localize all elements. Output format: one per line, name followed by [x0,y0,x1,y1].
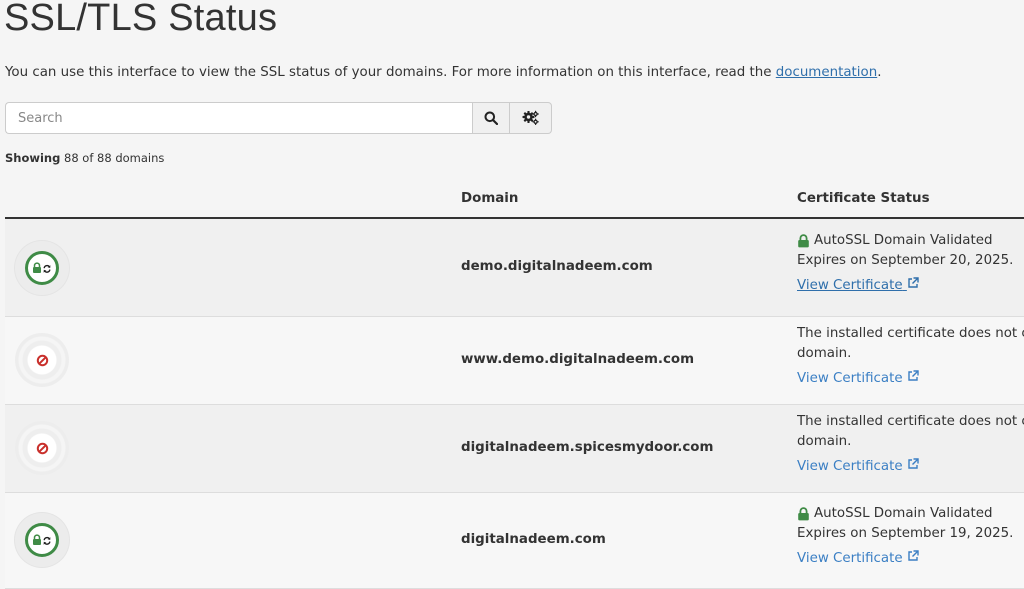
lock-sync-icon [33,534,51,545]
view-certificate-label: View Certificate [797,278,903,293]
intro-text: You can use this interface to view the S… [5,64,881,82]
external-link-icon [908,550,919,561]
lock-icon [798,507,809,521]
ban-icon [36,354,48,366]
ok-badge [25,523,59,557]
ban-icon [36,442,48,454]
certificate-status: AutoSSL Domain Validated Expires on Sept… [797,504,1024,569]
cert-line-2: Expires on September 19, 2025. [797,525,1014,541]
showing-label: Showing [5,151,61,165]
ssl-status-indicator[interactable] [15,513,69,567]
intro-end: . [877,65,882,80]
cert-line-1: AutoSSL Domain Validated [814,506,993,521]
cert-line-2: Expires on September 20, 2025. [797,252,1014,268]
cert-line-2: domain. [797,433,852,449]
search-button[interactable] [472,102,510,134]
lock-icon [798,234,809,248]
view-certificate-label: View Certificate [797,459,903,474]
domain-name: digitalnadeem.spicesmydoor.com [461,440,714,455]
view-certificate-link[interactable]: View Certificate [797,369,1024,389]
ssl-status-table: Domain Certificate Status demo.digitalna… [5,180,1024,589]
cert-validated-line: AutoSSL Domain Validated [797,504,1024,524]
external-link-icon [908,370,919,381]
domain-name: www.demo.digitalnadeem.com [461,352,695,367]
search-input[interactable] [5,102,472,134]
cert-validated-line: AutoSSL Domain Validated [797,231,1024,251]
table-row: demo.digitalnadeem.com AutoSSL Domain Va… [5,219,1024,317]
documentation-link[interactable]: documentation [776,65,877,80]
view-certificate-link[interactable]: View Certificate [797,276,1024,296]
gears-icon [522,110,539,125]
ssl-status-indicator[interactable] [15,241,69,295]
certificate-status-column-header[interactable]: Certificate Status [797,191,930,206]
domain-column-header[interactable]: Domain [461,191,518,206]
table-header: Domain Certificate Status [5,180,1024,219]
settings-button[interactable] [510,102,552,134]
lock-sync-icon [33,262,51,273]
cert-line-2: domain. [797,345,852,361]
table-row: digitalnadeem.spicesmydoor.com The insta… [5,405,1024,493]
cert-line-1: AutoSSL Domain Validated [814,233,993,248]
certificate-status: The installed certificate does not cov d… [797,412,1024,477]
certificate-status: AutoSSL Domain Validated Expires on Sept… [797,231,1024,296]
cert-line-1: The installed certificate does not cov [797,326,1024,341]
view-certificate-link[interactable]: View Certificate [797,457,1024,477]
table-row: www.demo.digitalnadeem.com The installed… [5,317,1024,405]
ssl-status-indicator[interactable] [15,333,69,387]
search-icon [484,111,498,125]
cert-line-1: The installed certificate does not cov [797,414,1024,429]
external-link-icon [908,277,919,288]
showing-count-text: 88 of 88 domains [64,151,165,165]
ok-badge [25,251,59,285]
showing-count: Showing 88 of 88 domains [5,151,164,165]
external-link-icon [908,458,919,469]
ssl-status-indicator[interactable] [15,421,69,475]
search-group [5,102,552,134]
view-certificate-label: View Certificate [797,371,903,386]
intro-sentence: You can use this interface to view the S… [5,65,776,80]
page-title: SSL/TLS Status [4,0,278,39]
certificate-status: The installed certificate does not cov d… [797,324,1024,389]
domain-name: demo.digitalnadeem.com [461,259,653,274]
view-certificate-link[interactable]: View Certificate [797,549,1024,569]
table-row: digitalnadeem.com AutoSSL Domain Validat… [5,493,1024,589]
view-certificate-label: View Certificate [797,551,903,566]
domain-name: digitalnadeem.com [461,532,606,547]
